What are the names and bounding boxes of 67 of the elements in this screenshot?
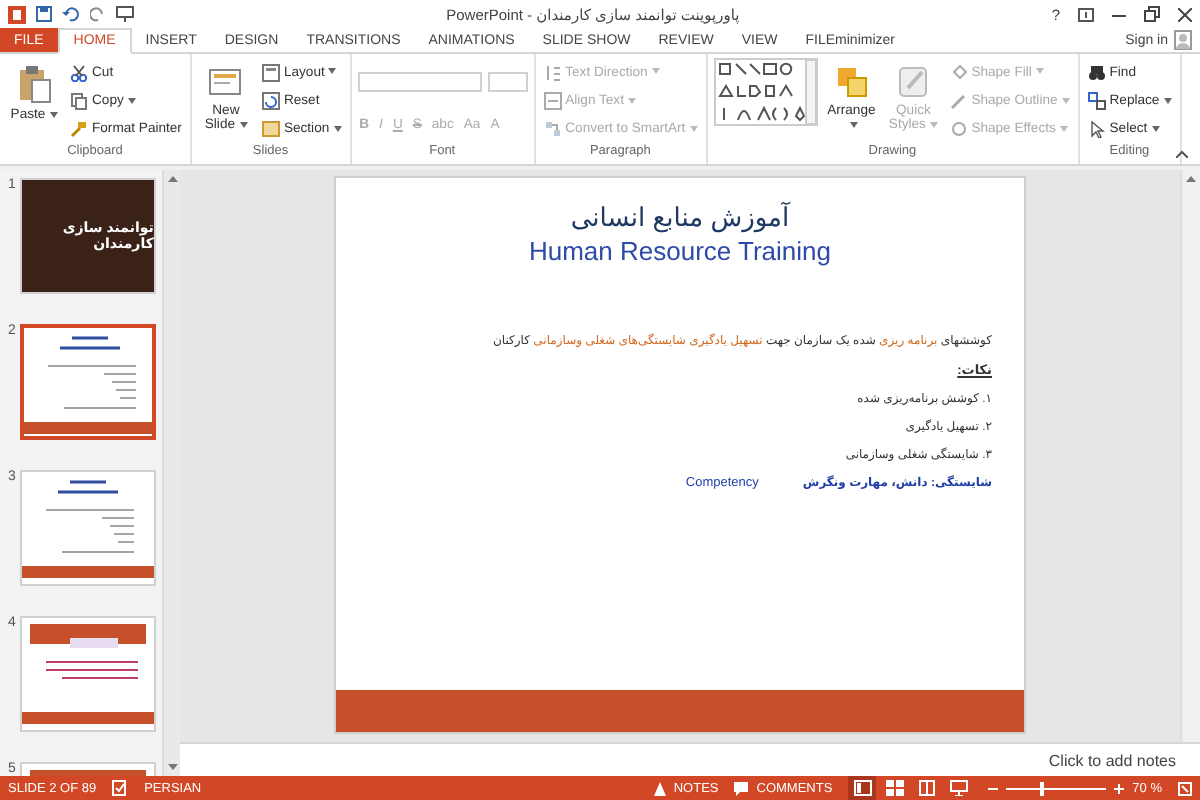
paintbrush-icon: [70, 120, 88, 139]
caret-icon: [651, 68, 660, 75]
smartart-icon: [543, 120, 562, 139]
zoom-out-icon[interactable]: [988, 783, 999, 793]
section-icon: [261, 120, 280, 139]
caret-icon: [689, 126, 698, 133]
caret-icon: [849, 121, 858, 128]
fit-slide-icon[interactable]: [1178, 781, 1192, 795]
arrange-icon: [833, 64, 870, 100]
slider-thumb[interactable]: [1039, 781, 1044, 795]
caret-icon: [333, 126, 342, 133]
paint-bucket-icon: [949, 63, 968, 82]
caret-icon: [1035, 68, 1044, 75]
caret-icon: [627, 97, 636, 104]
pen-icon: [949, 91, 968, 110]
view-button[interactable]: [880, 776, 909, 800]
caret-icon: [929, 121, 938, 128]
align-text-icon: [543, 91, 562, 110]
scroll-down-icon[interactable]: [167, 764, 177, 770]
caret-icon: [127, 97, 136, 104]
powerpoint-logo-icon: [8, 5, 26, 23]
notes-placeholder[interactable]: Click to add notes: [1048, 751, 1176, 769]
replace-icon: [1087, 91, 1106, 110]
spell-check-icon[interactable]: [112, 780, 129, 796]
comment-icon: [734, 781, 749, 795]
slide-title: آموزش منابع انسانی: [570, 202, 790, 234]
binoculars-icon: [1087, 63, 1106, 82]
scroll-up-icon[interactable]: [1186, 176, 1196, 182]
text-direction-icon: [543, 63, 562, 82]
layout-icon: [261, 63, 280, 82]
normal-view-icon: [853, 780, 872, 796]
ribbon-display-icon[interactable]: [1078, 7, 1094, 21]
slide-subtitle: Human Resource Training: [528, 236, 832, 266]
copy-icon: [70, 91, 88, 110]
caret-icon: [328, 68, 337, 75]
quick-styles-icon: [895, 64, 932, 100]
slide-thumbnail[interactable]: [19, 324, 156, 440]
collapse-ribbon-icon[interactable]: [1176, 150, 1188, 158]
cursor-icon: [1087, 120, 1106, 139]
close-icon[interactable]: [1178, 7, 1192, 21]
new-slide-icon: [207, 64, 244, 100]
presentation-icon[interactable]: [116, 6, 134, 22]
caret-icon: [1061, 97, 1070, 104]
zoom-in-icon[interactable]: [1114, 783, 1125, 793]
slide-preview-drawing: [21, 618, 154, 726]
undo-icon[interactable]: [62, 6, 80, 22]
redo-icon[interactable]: [90, 6, 106, 22]
view-button[interactable]: [944, 776, 973, 800]
caret-icon: [49, 111, 58, 118]
caret-icon: [1059, 126, 1068, 133]
slide-sorter-icon: [885, 780, 904, 796]
restore-icon[interactable]: [1144, 6, 1160, 22]
shapes-gallery[interactable]: [713, 58, 818, 126]
caret-icon: [1151, 126, 1160, 133]
user-silhouette-icon[interactable]: [1174, 30, 1192, 50]
reading-view-icon: [917, 780, 936, 796]
slideshow-icon: [949, 780, 968, 796]
paste-icon: [16, 64, 52, 104]
scissors-icon: [70, 63, 88, 82]
scroll-up-icon[interactable]: [167, 176, 177, 182]
caret-icon: [239, 121, 248, 128]
effects-icon: [949, 120, 968, 139]
notes-icon: [653, 781, 666, 795]
caret-icon: [1163, 97, 1172, 104]
view-button[interactable]: [848, 776, 877, 800]
save-icon[interactable]: [36, 6, 52, 22]
reset-icon: [261, 91, 280, 110]
